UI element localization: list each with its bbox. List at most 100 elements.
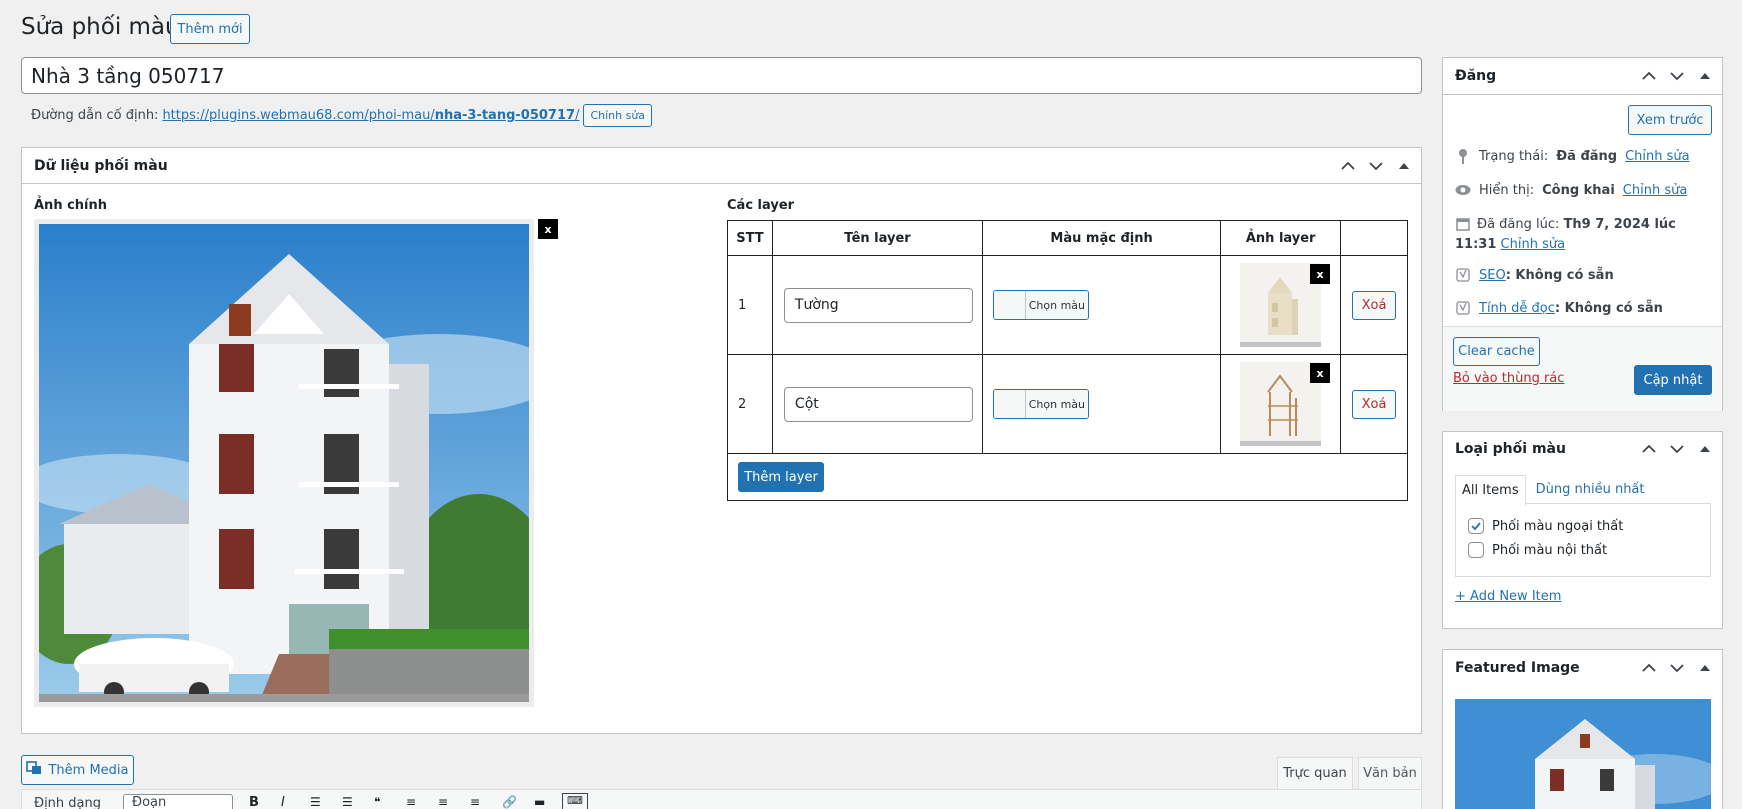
taxonomy-title: Loại phối màu bbox=[1455, 441, 1566, 457]
permalink: Đường dẫn cố định: https://plugins.webma… bbox=[31, 104, 653, 127]
add-new-item-link[interactable]: + Add New Item bbox=[1455, 589, 1561, 604]
layer-image-thumb[interactable] bbox=[1240, 263, 1322, 347]
italic-icon[interactable]: I bbox=[281, 795, 285, 809]
tab-text[interactable]: Văn bản bbox=[1358, 757, 1422, 789]
clear-cache-button[interactable]: Clear cache bbox=[1453, 337, 1540, 366]
bold-icon[interactable]: B bbox=[249, 795, 259, 809]
delete-layer-button[interactable]: Xoá bbox=[1352, 389, 1397, 419]
triangle-up-icon[interactable] bbox=[1698, 661, 1712, 675]
main-image[interactable] bbox=[34, 219, 534, 707]
add-layer-button[interactable]: Thêm layer bbox=[738, 462, 824, 492]
update-button[interactable]: Cập nhật bbox=[1634, 365, 1712, 395]
tab-all-items[interactable]: All Items bbox=[1455, 475, 1526, 506]
add-media-button[interactable]: Thêm Media bbox=[21, 755, 134, 785]
media-icon bbox=[26, 761, 42, 779]
taxonomy-header: Loại phối màu bbox=[1443, 432, 1722, 466]
visibility-row: Hiển thị: Công khai Chỉnh sửa bbox=[1455, 182, 1687, 198]
published-edit-link[interactable]: Chỉnh sửa bbox=[1501, 237, 1566, 252]
metabox-header: Dữ liệu phối màu bbox=[22, 148, 1421, 184]
color-swatch bbox=[993, 390, 1026, 418]
numbered-list-icon[interactable]: ☰ bbox=[342, 795, 353, 809]
preview-button[interactable]: Xem trước bbox=[1628, 105, 1712, 135]
layers-label: Các layer bbox=[727, 198, 795, 213]
yoast-icon bbox=[1455, 267, 1471, 283]
table-row: 2 Cột Chọn màu x Xoá bbox=[727, 354, 1408, 454]
chevron-down-icon[interactable] bbox=[1670, 442, 1684, 456]
publish-header: Đăng bbox=[1443, 58, 1722, 95]
chevron-down-icon[interactable] bbox=[1369, 159, 1383, 173]
checkbox-unchecked[interactable] bbox=[1468, 542, 1484, 558]
layer-name-input[interactable]: Tường bbox=[783, 287, 973, 323]
status-row: Trạng thái: Đã đăng Chỉnh sửa bbox=[1455, 148, 1690, 164]
publish-box: Đăng Xem trước Trạng thái: Đã đăng Chỉnh… bbox=[1442, 57, 1723, 411]
list-item[interactable]: Phối màu ngoại thất bbox=[1468, 518, 1623, 534]
wall-layer-image bbox=[1240, 263, 1322, 342]
chevron-up-icon[interactable] bbox=[1642, 69, 1656, 83]
align-center-icon[interactable]: ≡ bbox=[438, 795, 448, 809]
table-row: 1 Tường Chọn màu x Xoá bbox=[727, 255, 1408, 355]
layers-table: STT Tên layer Màu mặc định Ảnh layer 1 T… bbox=[727, 220, 1408, 501]
color-picker-button[interactable]: Chọn màu bbox=[992, 389, 1089, 419]
color-picker-label: Chọn màu bbox=[1025, 291, 1088, 319]
permalink-label: Đường dẫn cố định: bbox=[31, 108, 159, 123]
link-icon[interactable]: 🔗 bbox=[502, 795, 517, 809]
row-stt: 1 bbox=[727, 255, 773, 355]
format-select[interactable]: Đoạn bbox=[123, 794, 233, 809]
chevron-up-icon[interactable] bbox=[1642, 661, 1656, 675]
quote-icon[interactable]: ❝ bbox=[374, 795, 380, 809]
column-stt: STT bbox=[727, 220, 773, 256]
align-left-icon[interactable]: ≡ bbox=[406, 795, 416, 809]
triangle-up-icon[interactable] bbox=[1698, 69, 1712, 83]
checkbox-checked[interactable] bbox=[1468, 518, 1484, 534]
column-default-color: Màu mặc định bbox=[981, 220, 1222, 256]
table-footer-row: Thêm layer bbox=[727, 453, 1408, 501]
remove-layer-image-button[interactable]: x bbox=[1310, 363, 1331, 383]
delete-layer-button[interactable]: Xoá bbox=[1352, 290, 1397, 320]
row-stt: 2 bbox=[727, 354, 773, 454]
layer-name-input[interactable]: Cột bbox=[783, 386, 973, 422]
tab-most-used[interactable]: Dùng nhiều nhất bbox=[1526, 475, 1651, 506]
page-title: Sửa phối màu bbox=[21, 14, 180, 40]
add-new-button[interactable]: Thêm mới bbox=[170, 14, 250, 44]
featured-image-box: Featured Image bbox=[1442, 649, 1723, 809]
triangle-up-icon[interactable] bbox=[1698, 442, 1712, 456]
trash-link[interactable]: Bỏ vào thùng rác bbox=[1453, 371, 1564, 386]
featured-image-thumb[interactable] bbox=[1455, 699, 1711, 809]
bullet-list-icon[interactable]: ☰ bbox=[310, 795, 321, 809]
permalink-edit-button[interactable]: Chỉnh sửa bbox=[583, 104, 653, 127]
more-icon[interactable]: ▬ bbox=[534, 795, 545, 809]
readability-link[interactable]: Tính dễ đọc bbox=[1479, 301, 1555, 316]
house-image bbox=[39, 224, 529, 702]
status-label: Trạng thái: bbox=[1479, 148, 1549, 164]
keyboard-icon[interactable]: ⌨ bbox=[562, 793, 588, 809]
editor-toolbar: Định dạng Đoạn B I ☰ ☰ ❝ ≡ ≡ ≡ 🔗 ▬ ⌨ bbox=[21, 789, 1422, 809]
list-item[interactable]: Phối màu nội thất bbox=[1468, 542, 1607, 558]
post-title-input[interactable]: Nhà 3 tầng 050717 bbox=[21, 57, 1422, 94]
status-edit-link[interactable]: Chỉnh sửa bbox=[1625, 149, 1690, 164]
chevron-down-icon[interactable] bbox=[1670, 661, 1684, 675]
metabox-title: Dữ liệu phối màu bbox=[34, 157, 168, 174]
published-label: Đã đăng lúc: bbox=[1477, 217, 1560, 232]
table-header-row: STT Tên layer Màu mặc định Ảnh layer bbox=[727, 220, 1408, 256]
tab-visual[interactable]: Trực quan bbox=[1277, 757, 1353, 789]
seo-link[interactable]: SEO bbox=[1479, 268, 1506, 283]
align-right-icon[interactable]: ≡ bbox=[470, 795, 480, 809]
remove-main-image-button[interactable]: x bbox=[538, 219, 558, 239]
triangle-up-icon[interactable] bbox=[1397, 159, 1411, 173]
chevron-up-icon[interactable] bbox=[1341, 159, 1355, 173]
pin-icon bbox=[1455, 148, 1471, 164]
chevron-down-icon[interactable] bbox=[1670, 69, 1684, 83]
layer-image-thumb[interactable] bbox=[1240, 362, 1322, 446]
taxonomy-list: Phối màu ngoại thất Phối màu nội thất bbox=[1455, 503, 1711, 577]
remove-layer-image-button[interactable]: x bbox=[1310, 264, 1331, 284]
published-row: Đã đăng lúc: Th9 7, 2024 lúc 11:31 Chỉnh… bbox=[1455, 215, 1715, 255]
visibility-edit-link[interactable]: Chỉnh sửa bbox=[1623, 183, 1688, 198]
main-image-label: Ảnh chính bbox=[34, 198, 108, 213]
eye-icon bbox=[1455, 182, 1471, 198]
readability-row: Tính dễ đọc: Không có sẵn bbox=[1455, 300, 1663, 316]
color-picker-button[interactable]: Chọn màu bbox=[992, 290, 1089, 320]
chevron-up-icon[interactable] bbox=[1642, 442, 1656, 456]
permalink-link[interactable]: https://plugins.webmau68.com/phoi-mau/nh… bbox=[162, 108, 579, 123]
format-label: Định dạng bbox=[34, 796, 102, 809]
seo-row: SEO: Không có sẵn bbox=[1455, 267, 1614, 283]
